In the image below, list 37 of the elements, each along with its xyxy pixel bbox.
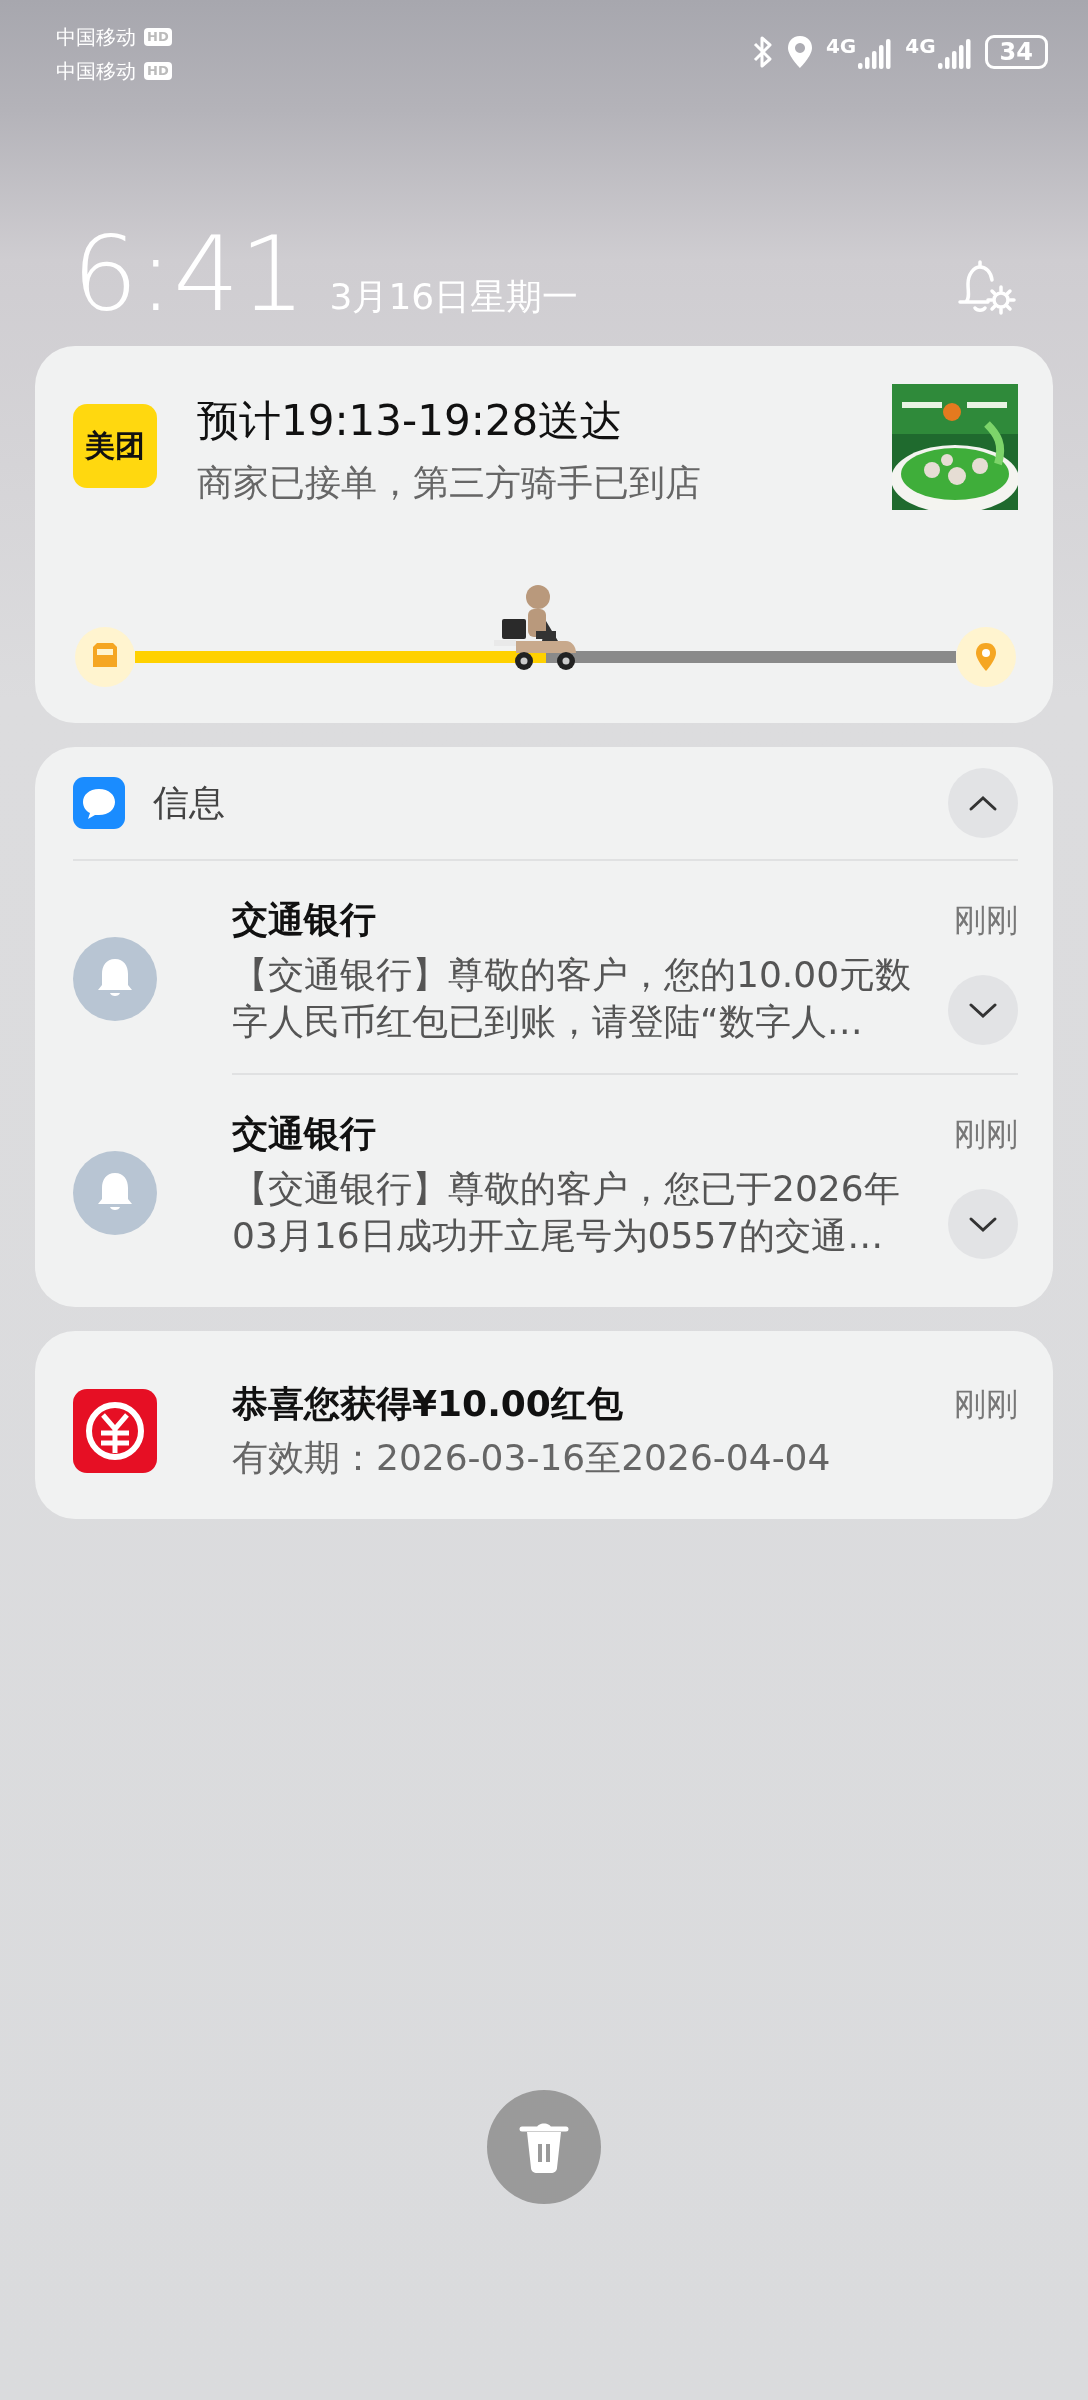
bonus-notification-card[interactable]: 恭喜您获得¥10.00红包 有效期：2026-03-16至2026-04-04 刚刚 <box>35 1331 1053 1519</box>
network-type-label: 4G <box>905 35 936 57</box>
bluetooth-icon <box>751 35 774 69</box>
timestamp: 刚刚 <box>954 1114 1018 1155</box>
delivery-notification-card[interactable]: 美团 预计19:13-19:28送达 商家已接单，第三方骑手已到店 <box>35 346 1053 723</box>
battery-indicator: 34 <box>984 35 1048 69</box>
sender-name: 交通银行 <box>232 898 377 942</box>
bell-icon <box>73 937 157 1021</box>
delivery-eta-title: 预计19:13-19:28送达 <box>197 396 624 446</box>
destination-pin-icon <box>954 625 1018 689</box>
network-type-label: 4G <box>825 35 857 57</box>
hd-badge: HD <box>144 28 172 46</box>
yuan-coin-icon <box>73 1389 157 1473</box>
validity-period: 有效期：2026-03-16至2026-04-04 <box>232 1436 832 1480</box>
location-pin-icon <box>785 34 814 70</box>
chevron-down-icon <box>968 1001 998 1019</box>
chevron-down-icon <box>968 1215 998 1233</box>
bell-icon <box>73 1151 157 1235</box>
bonus-title: 恭喜您获得¥10.00红包 <box>232 1382 624 1426</box>
message-preview-line: 03月16日成功开立尾号为0557的交通… <box>232 1214 885 1258</box>
message-notification[interactable]: 交通银行 【交通银行】尊敬的客户，您的10.00元数 字人民币红包已到账，请登陆“数字人… 刚刚 <box>73 861 1018 1073</box>
message-preview-line: 【交通银行】尊敬的客户，您的10.00元数 <box>232 953 913 997</box>
hd-badge: HD <box>144 62 172 80</box>
sender-name: 交通银行 <box>232 1112 377 1156</box>
message-preview-line: 【交通银行】尊敬的客户，您已于2026年 <box>232 1167 901 1211</box>
chevron-up-icon <box>968 794 998 812</box>
app-logo: 美团 <box>73 404 157 488</box>
message-preview-line: 字人民币红包已到账，请登陆“数字人… <box>232 1000 864 1044</box>
message-notification[interactable]: 交通银行 【交通银行】尊敬的客户，您已于2026年 03月16日成功开立尾号为0557的交通… 刚刚 <box>73 1075 1018 1287</box>
carrier-name: 中国移动 <box>56 24 136 51</box>
delivery-status-text: 商家已接单，第三方骑手已到店 <box>197 461 702 505</box>
timestamp: 刚刚 <box>954 900 1018 941</box>
store-icon <box>73 625 137 689</box>
message-bubble-icon <box>73 777 125 829</box>
carrier-name: 中国移动 <box>56 58 136 85</box>
timestamp: 刚刚 <box>954 1384 1018 1425</box>
app-name: 信息 <box>153 780 225 825</box>
